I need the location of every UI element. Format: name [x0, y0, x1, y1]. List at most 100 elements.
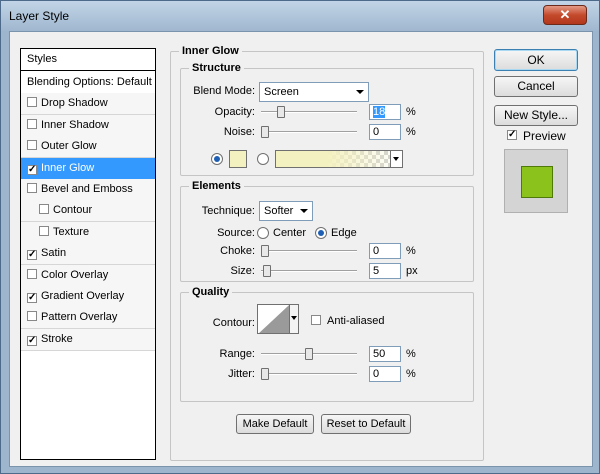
- solid-color-radio[interactable]: [211, 153, 223, 165]
- anti-aliased-label: Anti-aliased: [327, 315, 385, 327]
- anti-aliased-checkbox[interactable]: [311, 315, 321, 325]
- preview-checkbox[interactable]: ✓: [507, 130, 517, 140]
- cancel-button[interactable]: Cancel: [494, 76, 578, 97]
- jitter-slider[interactable]: [261, 368, 357, 380]
- jitter-field[interactable]: 0: [369, 366, 401, 382]
- style-checkbox[interactable]: [27, 140, 37, 151]
- size-slider[interactable]: [261, 265, 357, 277]
- style-checkbox[interactable]: [27, 183, 37, 193]
- style-checkbox[interactable]: [39, 225, 49, 236]
- range-slider-thumb[interactable]: [305, 348, 313, 360]
- choke-field[interactable]: 0: [369, 243, 401, 259]
- style-item-label: Texture: [53, 225, 90, 238]
- contour-dropdown-button[interactable]: [289, 305, 298, 333]
- style-checkbox[interactable]: [27, 268, 37, 279]
- new-style-label: New Style...: [503, 108, 569, 122]
- style-item-label: Contour: [53, 204, 93, 217]
- range-field[interactable]: 50: [369, 346, 401, 362]
- style-checkbox[interactable]: ✓: [27, 293, 37, 303]
- style-item-texture[interactable]: Texture: [21, 221, 155, 244]
- styles-header-label: Styles: [27, 53, 57, 65]
- new-style-button[interactable]: New Style...: [494, 105, 578, 126]
- source-center-radio[interactable]: [257, 227, 269, 239]
- blend-mode-value: Screen: [264, 86, 299, 98]
- close-button[interactable]: ✕: [543, 5, 587, 25]
- style-item-outer-glow[interactable]: Outer Glow: [21, 136, 155, 159]
- style-item-drop-shadow[interactable]: Drop Shadow: [21, 93, 155, 116]
- opacity-slider-thumb[interactable]: [277, 106, 285, 118]
- technique-value: Softer: [264, 205, 294, 217]
- gradient-radio[interactable]: [257, 153, 269, 165]
- style-checkbox[interactable]: ✓: [27, 250, 37, 261]
- range-value: 50: [373, 348, 386, 360]
- style-preview: [504, 149, 568, 213]
- style-item-blending-options-default[interactable]: Blending Options: Default: [21, 72, 155, 94]
- style-checkbox[interactable]: ✓: [27, 335, 37, 346]
- blend-mode-select[interactable]: Screen: [259, 82, 369, 102]
- noise-slider[interactable]: [261, 126, 357, 138]
- jitter-unit: %: [406, 368, 416, 380]
- chevron-down-icon: [291, 316, 297, 320]
- style-item-inner-shadow[interactable]: Inner Shadow: [21, 114, 155, 137]
- style-item-stroke[interactable]: ✓ Stroke: [21, 328, 155, 351]
- source-edge-radio[interactable]: [315, 227, 327, 239]
- style-checkbox[interactable]: ✓: [27, 164, 37, 175]
- elements-group: Elements Technique: Softer Source: Cente…: [180, 180, 474, 282]
- choke-slider-thumb[interactable]: [261, 245, 269, 257]
- opacity-field[interactable]: 18: [369, 104, 401, 120]
- style-checkbox[interactable]: [27, 118, 37, 129]
- gradient-dropdown-button[interactable]: [390, 151, 402, 167]
- ok-label: OK: [527, 53, 545, 67]
- range-unit: %: [406, 348, 416, 360]
- ok-button[interactable]: OK: [494, 49, 578, 71]
- style-item-pattern-overlay[interactable]: Pattern Overlay: [21, 307, 155, 330]
- technique-select[interactable]: Softer: [259, 201, 313, 221]
- style-item-contour[interactable]: Contour: [21, 200, 155, 223]
- preview-label: Preview: [523, 129, 566, 143]
- style-checkbox[interactable]: [39, 204, 49, 215]
- opacity-unit: %: [406, 106, 416, 118]
- style-item-label: Inner Shadow: [41, 118, 109, 131]
- style-item-bevel-and-emboss[interactable]: Bevel and Emboss: [21, 179, 155, 201]
- choke-label: Choke:: [220, 245, 255, 257]
- layer-style-window: Layer Style ✕ Styles Blending Options: D…: [0, 0, 600, 474]
- source-edge-label: Edge: [331, 227, 357, 239]
- jitter-value: 0: [373, 368, 380, 380]
- technique-label: Technique:: [201, 205, 255, 217]
- choke-slider[interactable]: [261, 245, 357, 257]
- style-checkbox[interactable]: [27, 97, 37, 108]
- style-item-label: Satin: [41, 247, 67, 260]
- style-item-gradient-overlay[interactable]: ✓ Gradient Overlay: [21, 286, 155, 308]
- noise-field[interactable]: 0: [369, 124, 401, 140]
- style-item-label: Gradient Overlay: [41, 290, 125, 302]
- inner-glow-title: Inner Glow: [179, 45, 242, 57]
- title-bar[interactable]: Layer Style ✕: [1, 1, 599, 31]
- style-checkbox[interactable]: [27, 311, 37, 322]
- choke-unit: %: [406, 245, 416, 257]
- contour-picker[interactable]: [257, 304, 299, 334]
- range-slider[interactable]: [261, 348, 357, 360]
- source-label: Source:: [217, 227, 255, 239]
- glow-color-swatch[interactable]: [229, 150, 247, 168]
- jitter-slider-track: [261, 373, 357, 375]
- style-item-color-overlay[interactable]: Color Overlay: [21, 264, 155, 287]
- size-slider-thumb[interactable]: [263, 265, 271, 277]
- style-item-satin[interactable]: ✓ Satin: [21, 243, 155, 266]
- gradient-picker[interactable]: [275, 150, 403, 168]
- make-default-button[interactable]: Make Default: [236, 414, 314, 434]
- opacity-value: 18: [373, 106, 386, 118]
- style-item-label: Outer Glow: [41, 140, 97, 153]
- reset-to-default-button[interactable]: Reset to Default: [321, 414, 411, 434]
- styles-header[interactable]: Styles: [21, 49, 155, 71]
- reset-to-default-label: Reset to Default: [326, 418, 406, 430]
- opacity-slider[interactable]: [261, 106, 357, 118]
- noise-slider-thumb[interactable]: [261, 126, 269, 138]
- noise-slider-track: [261, 131, 357, 133]
- structure-group: Structure Blend Mode: Screen Opacity: 18…: [180, 62, 474, 176]
- opacity-label: Opacity:: [214, 106, 255, 118]
- size-field[interactable]: 5: [369, 263, 401, 279]
- close-icon: ✕: [559, 7, 571, 22]
- style-item-inner-glow[interactable]: ✓ Inner Glow: [21, 157, 155, 180]
- blend-mode-label: Blend Mode:: [193, 85, 255, 97]
- jitter-slider-thumb[interactable]: [261, 368, 269, 380]
